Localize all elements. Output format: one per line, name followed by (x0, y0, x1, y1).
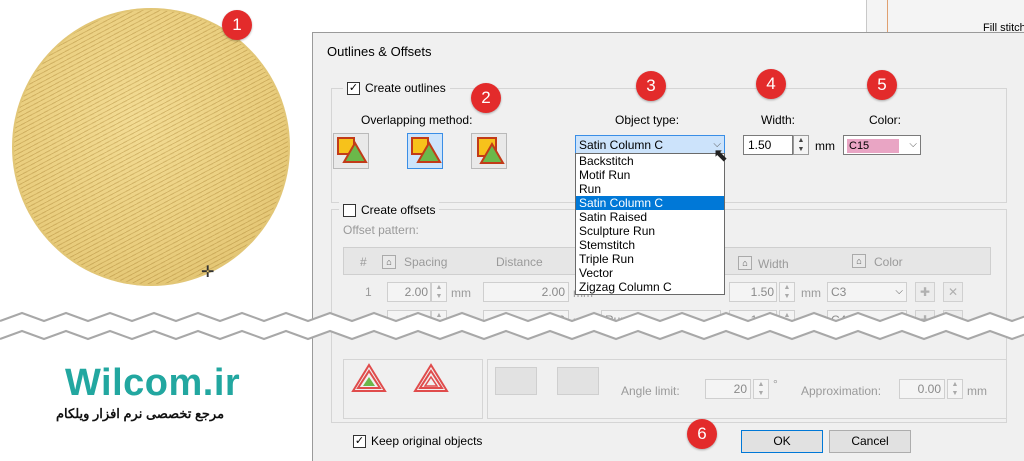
move-cursor-icon: ✛ (201, 264, 215, 281)
approximation-value: 0.00 (917, 382, 941, 396)
width-label: Width: (761, 113, 796, 127)
dropdown-option[interactable]: Vector (576, 266, 724, 280)
width-input[interactable]: 1.50 (743, 135, 793, 155)
keep-original-label: Keep original objects (371, 434, 483, 448)
offset-style-2-button[interactable] (413, 363, 449, 395)
width-value: 1.50 (748, 138, 772, 152)
step-marker-3: 3 (636, 71, 666, 101)
dropdown-option[interactable]: Run (576, 182, 724, 196)
create-outlines-label: Create outlines (365, 81, 446, 95)
header-distance: Distance (496, 255, 543, 269)
approximation-unit: mm (967, 384, 987, 398)
chevron-down-icon: ⌵ (895, 286, 903, 297)
background-panel: Fill stitch (866, 0, 1024, 34)
dropdown-option[interactable]: Sculpture Run (576, 224, 724, 238)
overlap-method-2-button[interactable] (407, 133, 443, 169)
row-color-value: C3 (831, 285, 847, 299)
dropdown-option[interactable]: Backstitch (576, 154, 724, 168)
angle-limit-label: Angle limit: (621, 384, 680, 398)
approximation-label: Approximation: (801, 384, 882, 398)
width-unit: mm (815, 139, 835, 153)
object-type-value: Satin Column C (579, 138, 664, 152)
add-icon[interactable]: ✚ (915, 282, 935, 302)
overlap-method-1-button[interactable] (333, 133, 369, 169)
corner-style-2-button[interactable] (557, 367, 599, 395)
chevron-down-icon: ⌵ (909, 139, 917, 150)
brand-logo: Wilcom.ir (65, 362, 241, 404)
overlap-method-1-icon (337, 137, 368, 163)
panel-divider (887, 0, 888, 32)
overlapping-method-label: Overlapping method: (361, 113, 473, 127)
row-width-spinner[interactable]: ▲▼ (779, 282, 795, 302)
step-marker-2: 2 (471, 83, 501, 113)
torn-edge-divider (0, 311, 1024, 341)
create-offsets-checkbox[interactable] (343, 203, 356, 217)
dropdown-option[interactable]: Motif Run (576, 168, 724, 182)
row-color-select[interactable]: C3 ⌵ (827, 282, 907, 302)
distance-input[interactable]: 2.00 (483, 282, 569, 302)
object-type-select[interactable]: Satin Column C ⌵ (575, 135, 725, 155)
lock-icon[interactable]: ⌂ (382, 255, 396, 269)
spacing-spinner[interactable]: ▲▼ (431, 282, 447, 302)
corner-style-1-button[interactable] (495, 367, 537, 395)
overlap-method-3-icon (477, 137, 505, 164)
object-type-label: Object type: (615, 113, 680, 127)
dropdown-option[interactable]: Stemstitch (576, 238, 724, 252)
step-marker-6: 6 (687, 419, 717, 449)
dialog-title: Outlines & Offsets (327, 44, 432, 59)
row-width-value: 1.50 (750, 285, 774, 299)
row-index: 1 (365, 285, 372, 299)
cancel-button[interactable]: Cancel (829, 430, 911, 453)
angle-limit-spinner[interactable]: ▲ ▼ (753, 379, 769, 399)
distance-value: 2.00 (541, 285, 565, 299)
ok-button[interactable]: OK (741, 430, 823, 453)
brand-tagline: مرجع تخصصی نرم افزار ویلکام (56, 406, 225, 421)
width-spinner[interactable]: ▲ ▼ (793, 135, 809, 155)
create-offsets-label: Create offsets (361, 203, 436, 217)
color-select[interactable]: C15 ⌵ (843, 135, 921, 155)
step-marker-1: 1 (222, 10, 252, 40)
embroidered-circle-object (12, 8, 290, 286)
overlap-method-3-button[interactable] (471, 133, 507, 169)
step-marker-4: 4 (756, 69, 786, 99)
nested-triangle-icon (351, 363, 387, 392)
spacing-unit: mm (451, 286, 471, 300)
angle-limit-value: 20 (733, 382, 747, 396)
keep-original-checkbox[interactable]: ✓ (353, 434, 366, 448)
step-marker-5: 5 (867, 70, 897, 100)
keep-original-checkbox-row[interactable]: ✓ Keep original objects (353, 434, 482, 448)
nested-triangle-icon (413, 363, 449, 392)
outlines-offsets-dialog: Outlines & Offsets ✓ Create outlines Ove… (312, 32, 1024, 461)
overlap-method-2-icon (411, 137, 442, 163)
dropdown-option[interactable]: Zigzag Column C (576, 280, 724, 294)
spacing-input[interactable]: 2.00 (387, 282, 431, 302)
color-label: Color: (869, 113, 902, 127)
lock-icon[interactable]: ⌂ (738, 256, 752, 270)
create-offsets-checkbox-row[interactable]: Create offsets (339, 202, 440, 218)
angle-unit: ° (773, 377, 778, 391)
offset-style-1-button[interactable] (351, 363, 387, 395)
offset-pattern-label: Offset pattern: (343, 223, 419, 237)
approximation-input[interactable]: 0.00 (899, 379, 945, 399)
row-width-unit: mm (801, 286, 821, 300)
dropdown-option[interactable]: Satin Raised (576, 210, 724, 224)
object-type-dropdown-list[interactable]: Backstitch Motif Run Run Satin Column C Sati… (575, 153, 725, 295)
header-width: Width (758, 257, 789, 271)
dropdown-option[interactable]: Triple Run (576, 252, 724, 266)
create-outlines-checkbox-row[interactable]: ✓ Create outlines (343, 80, 450, 96)
header-color: Color (874, 255, 903, 269)
header-index: # (360, 255, 367, 269)
lock-icon[interactable]: ⌂ (852, 254, 866, 268)
spacing-value: 2.00 (404, 285, 428, 299)
delete-icon[interactable]: ✕ (943, 282, 963, 302)
header-spacing: Spacing (404, 255, 448, 269)
row-width-input[interactable]: 1.50 (729, 282, 777, 302)
approximation-spinner[interactable]: ▲ ▼ (947, 379, 963, 399)
color-swatch: C15 (847, 139, 899, 153)
mouse-pointer-icon: ⬉ (713, 145, 729, 165)
dropdown-option[interactable]: Satin Column C (576, 196, 724, 210)
create-outlines-checkbox[interactable]: ✓ (347, 81, 360, 95)
angle-limit-input[interactable]: 20 (705, 379, 751, 399)
